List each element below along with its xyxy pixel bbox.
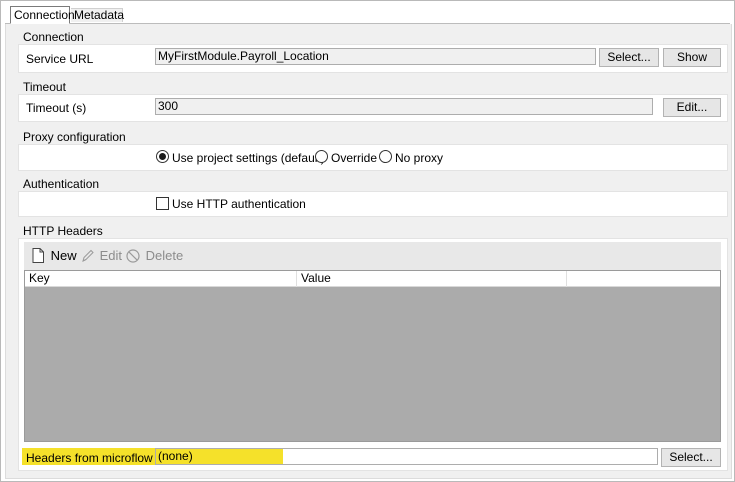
delete-header-label: Delete [145,248,184,263]
new-document-icon [32,248,44,263]
column-header-value[interactable]: Value [297,271,567,287]
timeout-edit-button[interactable]: Edit... [663,98,721,117]
proxy-no-proxy-label: No proxy [395,151,444,165]
service-url-show-button[interactable]: Show [663,48,721,67]
proxy-no-proxy-radio[interactable] [379,150,392,163]
connection-group-title: Connection [23,30,84,44]
column-header-key[interactable]: Key [25,271,297,287]
service-url-select-button[interactable]: Select... [599,48,659,67]
authentication-group-title: Authentication [23,177,100,191]
http-auth-checkbox[interactable] [156,197,169,210]
delete-header-button[interactable]: Delete [126,248,183,264]
headers-table[interactable]: Key Value [24,270,721,442]
headers-table-header: Key Value [25,271,720,287]
headers-from-microflow-select-button[interactable]: Select... [661,448,721,467]
radio-selected-dot [159,153,166,160]
timeout-label: Timeout (s) [26,101,87,115]
proxy-group-title: Proxy configuration [23,130,126,144]
proxy-override-label: Override [331,151,378,165]
new-header-button[interactable]: New [32,248,77,264]
prohibited-icon [126,249,140,263]
dialog-frame: Connection Metadata Connection Service U… [0,0,735,482]
timeout-group-title: Timeout [23,80,66,94]
headers-toolbar: New Edit Delete [24,242,721,270]
pencil-icon [82,249,94,262]
service-url-label: Service URL [26,52,94,66]
tab-metadata[interactable]: Metadata [71,8,124,22]
proxy-override-radio[interactable] [315,150,328,163]
tab-connection[interactable]: Connection [10,6,75,24]
edit-header-button[interactable]: Edit [81,248,122,264]
service-url-field[interactable]: MyFirstModule.Payroll_Location [155,48,596,65]
proxy-project-settings-radio[interactable] [156,150,169,163]
http-headers-group-title: HTTP Headers [23,224,103,238]
authentication-panel [18,191,728,217]
headers-from-microflow-field[interactable]: (none) [155,448,658,465]
headers-from-microflow-label: Headers from microflow [26,451,153,465]
new-header-label: New [50,248,77,263]
http-auth-label: Use HTTP authentication [172,197,306,211]
proxy-project-settings-label: Use project settings (default) [172,151,325,165]
timeout-field[interactable]: 300 [155,98,653,115]
edit-header-label: Edit [99,248,123,263]
